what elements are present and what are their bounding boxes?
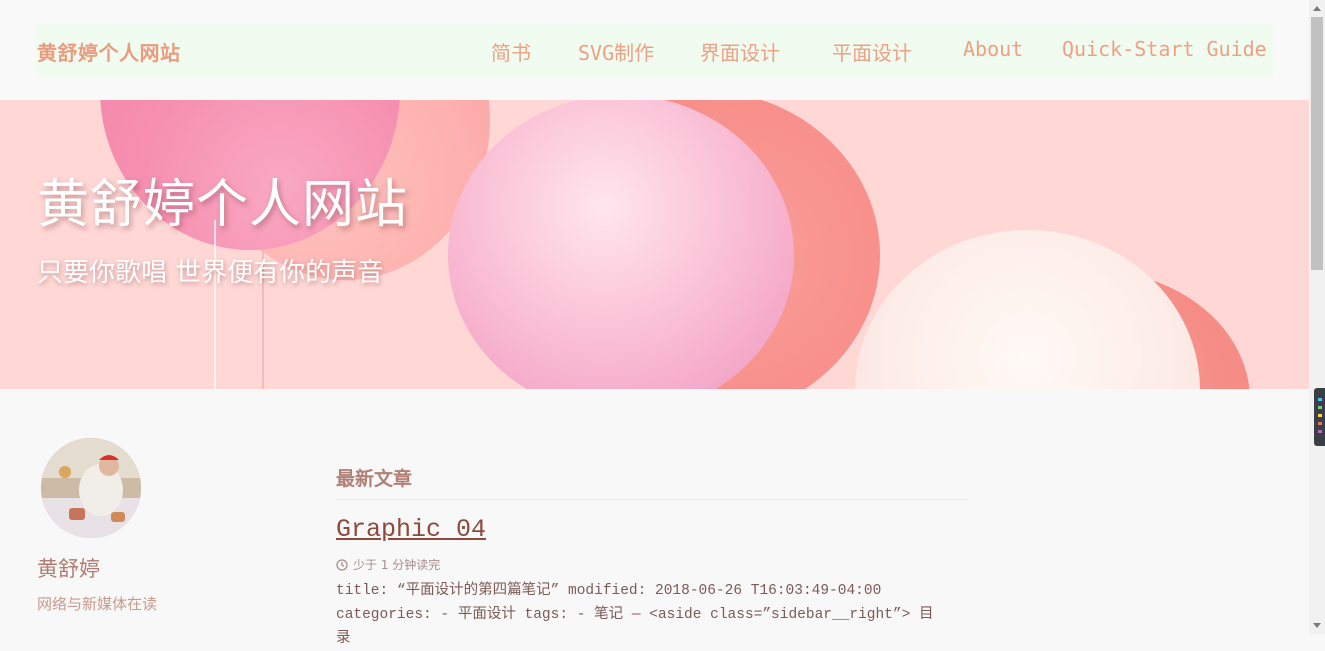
side-widget-handle[interactable] xyxy=(1314,388,1325,446)
excerpt-line: 录 xyxy=(336,631,351,647)
read-time-label: 少于 1 分钟读完 xyxy=(353,558,441,572)
author-bio: 网络与新媒体在读 xyxy=(37,595,158,613)
avatar xyxy=(41,438,141,538)
balloon-image xyxy=(448,100,794,389)
nav-item-graphic-design[interactable]: 平面设计 xyxy=(832,37,912,66)
hero-header: 黄舒婷个人网站 只要你歌唱 世界便有你的声音 xyxy=(0,100,1309,389)
nav-item-about[interactable]: About xyxy=(963,37,1023,61)
hero-title: 黄舒婷个人网站 xyxy=(37,175,409,235)
archive-section-title: 最新文章 xyxy=(336,468,413,490)
scrollbar-thumb[interactable] xyxy=(1311,17,1323,270)
post-title-link[interactable]: Graphic 04 xyxy=(336,515,486,544)
scroll-up-arrow-icon[interactable] xyxy=(1313,6,1321,11)
greedy-nav: 黄舒婷个人网站 简书 SVG制作 界面设计 平面设计 About Quick-S… xyxy=(36,23,1273,77)
excerpt-line: title: “平面设计的第四篇笔记” modified: 2018-06-26… xyxy=(336,583,882,599)
excerpt-line: categories: - 平面设计 tags: - 笔记 — <aside c… xyxy=(336,607,934,623)
author-name: 黄舒婷 xyxy=(37,557,100,581)
nav-item-jianshu[interactable]: 简书 xyxy=(491,37,531,66)
read-time: 少于 1 分钟读完 xyxy=(336,556,440,573)
hero-subtitle: 只要你歌唱 世界便有你的声音 xyxy=(37,258,384,288)
nav-item-quick-start[interactable]: Quick-Start Guide xyxy=(1062,37,1267,61)
scroll-down-arrow-icon[interactable] xyxy=(1313,623,1321,628)
nav-item-svg[interactable]: SVG制作 xyxy=(578,37,654,66)
clock-icon xyxy=(336,558,348,571)
divider xyxy=(336,499,968,500)
masthead: 黄舒婷个人网站 简书 SVG制作 界面设计 平面设计 About Quick-S… xyxy=(0,0,1309,100)
post-excerpt: title: “平面设计的第四篇笔记” modified: 2018-06-26… xyxy=(336,579,956,651)
balloon-image xyxy=(855,230,1200,389)
nav-item-ui-design[interactable]: 界面设计 xyxy=(700,37,780,66)
balloon-string xyxy=(214,220,216,389)
site-title-link[interactable]: 黄舒婷个人网站 xyxy=(37,37,181,66)
vertical-scrollbar[interactable] xyxy=(1309,0,1325,634)
